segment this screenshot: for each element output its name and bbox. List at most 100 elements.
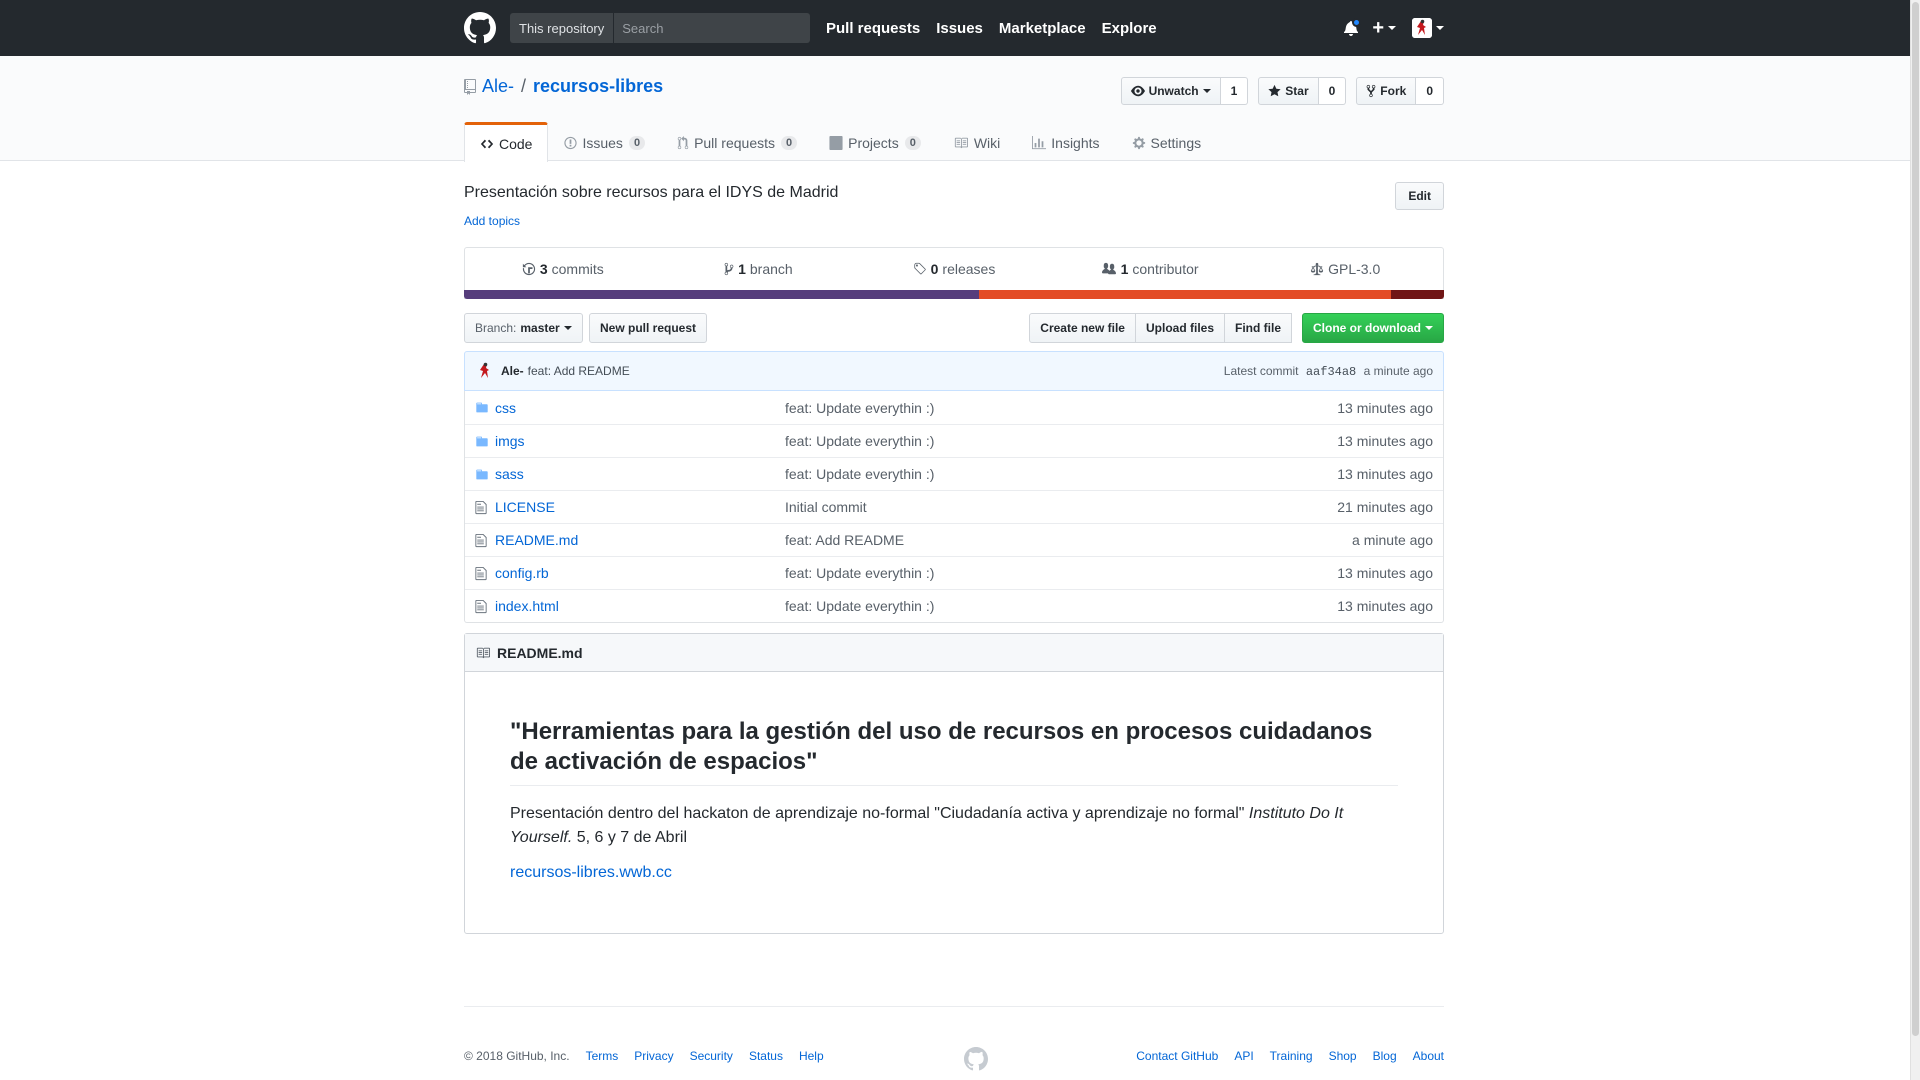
fork-icon [1366,84,1376,98]
scrollbar-thumb[interactable] [1912,2,1919,1036]
notifications-bell-icon[interactable] [1344,18,1362,36]
footer-copyright: © 2018 GitHub, Inc. [464,1049,570,1063]
license-link[interactable]: GPL-3.0 [1247,248,1443,290]
clone-label: Clone or download [1313,321,1421,335]
tab-wiki[interactable]: Wiki [937,122,1016,162]
user-menu-dropdown[interactable] [1412,18,1444,38]
add-topics-link[interactable]: Add topics [464,214,520,228]
commits-count: 3 [539,261,548,277]
tab-issues[interactable]: Issues 0 [548,122,661,162]
create-new-file-button[interactable]: Create new file [1029,313,1136,343]
nav-marketplace[interactable]: Marketplace [999,20,1086,37]
new-pull-request-button[interactable]: New pull request [589,313,708,343]
find-file-button[interactable]: Find file [1224,313,1292,343]
language-bar-segment[interactable] [1391,290,1444,299]
create-new-dropdown[interactable]: + [1372,17,1396,40]
file-commit-message[interactable]: feat: Update everythin :) [785,565,1337,581]
footer-link-privacy[interactable]: Privacy [634,1049,673,1063]
upload-files-button[interactable]: Upload files [1134,313,1225,343]
commit-message[interactable]: feat: Add README [528,364,630,378]
commit-author-avatar[interactable] [475,361,495,381]
search-input[interactable] [614,13,810,43]
footer-link-help[interactable]: Help [799,1049,824,1063]
watchers-count[interactable]: 1 [1220,77,1249,105]
file-commit-message[interactable]: Initial commit [785,499,1337,515]
table-row: config.rb feat: Update everythin :) 13 m… [465,556,1443,589]
file-name-link[interactable]: LICENSE [493,499,785,515]
unwatch-button[interactable]: Unwatch [1120,77,1221,105]
latest-commit-info: Latest commit aaf34a8 a minute ago [1224,364,1433,379]
tag-icon [913,262,926,275]
footer-link-security[interactable]: Security [690,1049,733,1063]
nav-explore[interactable]: Explore [1102,20,1157,37]
star-button[interactable]: Star [1258,77,1319,105]
commit-author[interactable]: Ale- [501,364,524,378]
table-row: sass feat: Update everythin :) 13 minute… [465,457,1443,490]
repo-header-inner: Ale- / recursos-libres Unwatch 1 Star 0 [464,56,1444,162]
footer-link-status[interactable]: Status [749,1049,783,1063]
repo-actions: Unwatch 1 Star 0 Fork 0 [1111,77,1444,105]
file-commit-message[interactable]: feat: Update everythin :) [785,433,1337,449]
readme-para-end: 5, 6 y 7 de Abril [572,829,687,846]
branches-link[interactable]: 1 branch [661,248,857,290]
contributor-count: 1 [1120,261,1129,277]
tab-settings[interactable]: Settings [1116,122,1218,162]
releases-link[interactable]: 0 releases [856,248,1052,290]
file-name-link[interactable]: imgs [493,433,785,449]
github-mark-icon[interactable] [964,1047,988,1074]
global-header: This repository Pull requests Issues Mar… [0,0,1920,56]
file-name-link[interactable]: index.html [493,598,785,614]
language-bar-segment[interactable] [464,290,980,299]
fork-button[interactable]: Fork [1356,77,1417,105]
clone-or-download-button[interactable]: Clone or download [1302,313,1444,343]
file-commit-message[interactable]: feat: Update everythin :) [785,466,1337,482]
repo-header: Ale- / recursos-libres Unwatch 1 Star 0 [0,56,1920,162]
readme-para-text: Presentación dentro del hackaton de apre… [510,805,1249,822]
file-name-link[interactable]: sass [493,466,785,482]
language-bar-segment[interactable] [979,290,1392,299]
repo-owner-link[interactable]: Ale- [482,76,514,97]
nav-issues[interactable]: Issues [936,20,983,37]
forks-count[interactable]: 0 [1416,77,1444,105]
file-name-link[interactable]: README.md [493,532,785,548]
caret-down-icon [563,326,572,330]
star-label: Star [1285,84,1309,98]
tab-insights[interactable]: Insights [1016,122,1115,162]
commits-link[interactable]: 3 commits [465,248,661,290]
law-icon [1310,262,1324,276]
tab-projects[interactable]: Projects 0 [813,122,937,162]
file-actions: Create new file Upload files Find file C… [1029,313,1444,343]
file-commit-message[interactable]: feat: Update everythin :) [785,598,1337,614]
file-age: 13 minutes ago [1337,598,1433,614]
footer-link-api[interactable]: API [1234,1049,1253,1063]
footer-link-shop[interactable]: Shop [1329,1049,1357,1063]
footer-link-training[interactable]: Training [1270,1049,1313,1063]
commit-sha-link[interactable]: aaf34a8 [1306,365,1356,379]
file-name-link[interactable]: config.rb [493,565,785,581]
language-bar[interactable] [464,290,1444,299]
tab-pull-requests[interactable]: Pull requests 0 [661,122,813,162]
footer-link-terms[interactable]: Terms [586,1049,619,1063]
file-commit-message[interactable]: feat: Update everythin :) [785,400,1337,416]
github-logo-icon[interactable] [464,12,496,44]
readme-title: "Herramientas para la gestión del uso de… [510,717,1398,786]
readme-site-link[interactable]: recursos-libres.wwb.cc [510,864,672,882]
footer-link-blog[interactable]: Blog [1373,1049,1397,1063]
plus-icon: + [1372,16,1384,39]
stargazers-count[interactable]: 0 [1318,77,1347,105]
footer-left: © 2018 GitHub, Inc. Terms Privacy Securi… [464,1049,840,1063]
edit-description-button[interactable]: Edit [1395,182,1444,210]
contributors-link[interactable]: 1 contributor [1052,248,1248,290]
file-name-link[interactable]: css [493,400,785,416]
search-scope-label[interactable]: This repository [510,13,615,43]
branch-count: 1 [738,261,746,277]
footer-link-contact[interactable]: Contact GitHub [1136,1049,1218,1063]
branch-select-button[interactable]: Branch: master [464,313,583,343]
footer-link-about[interactable]: About [1413,1049,1444,1063]
file-commit-message[interactable]: feat: Add README [785,532,1352,548]
nav-pull-requests[interactable]: Pull requests [826,20,920,37]
tab-code[interactable]: Code [464,122,549,162]
page-scrollbar[interactable] [1910,0,1920,1080]
graph-icon [1032,135,1047,149]
repo-name-link[interactable]: recursos-libres [533,76,663,97]
